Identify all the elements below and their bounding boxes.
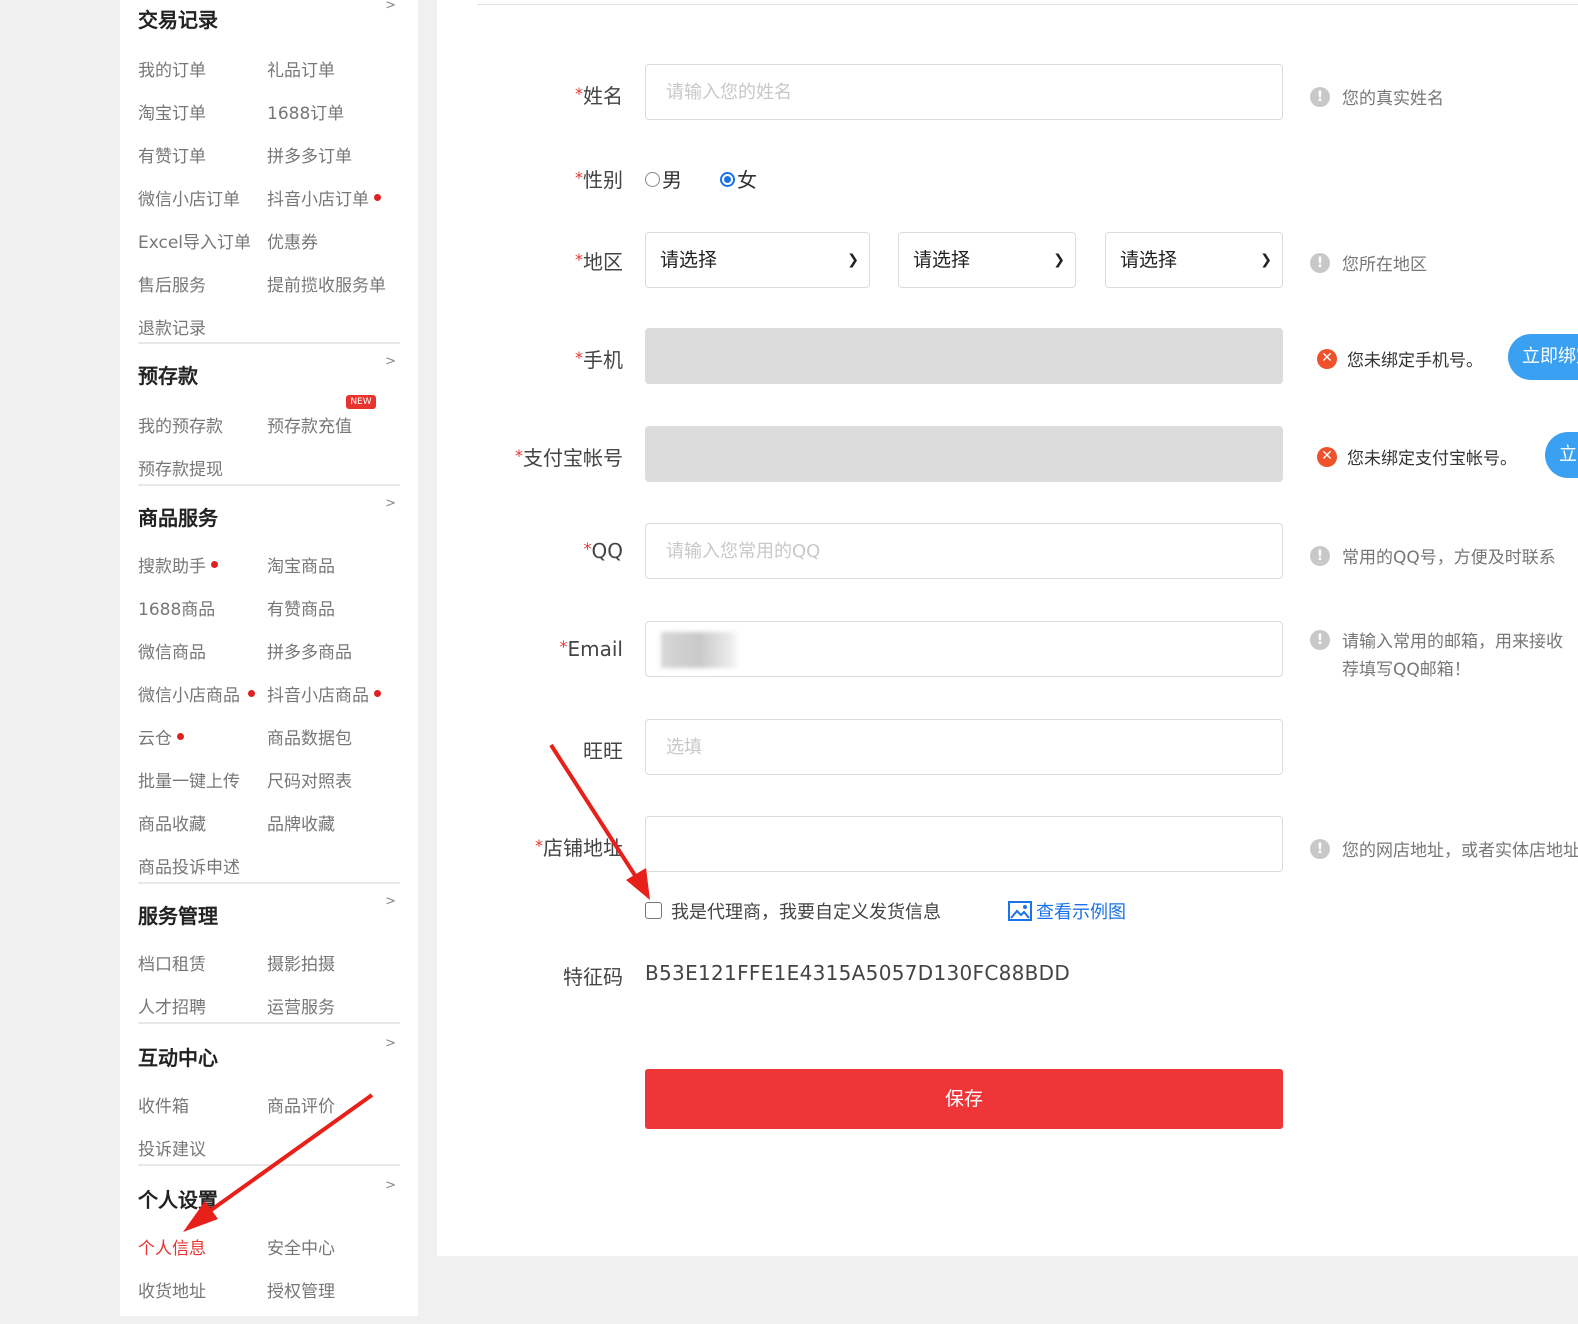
arrow-to-personal-info: [183, 1093, 374, 1232]
annotation-arrows: [183, 743, 650, 1232]
arrow-to-agent-checkbox: [549, 743, 650, 900]
